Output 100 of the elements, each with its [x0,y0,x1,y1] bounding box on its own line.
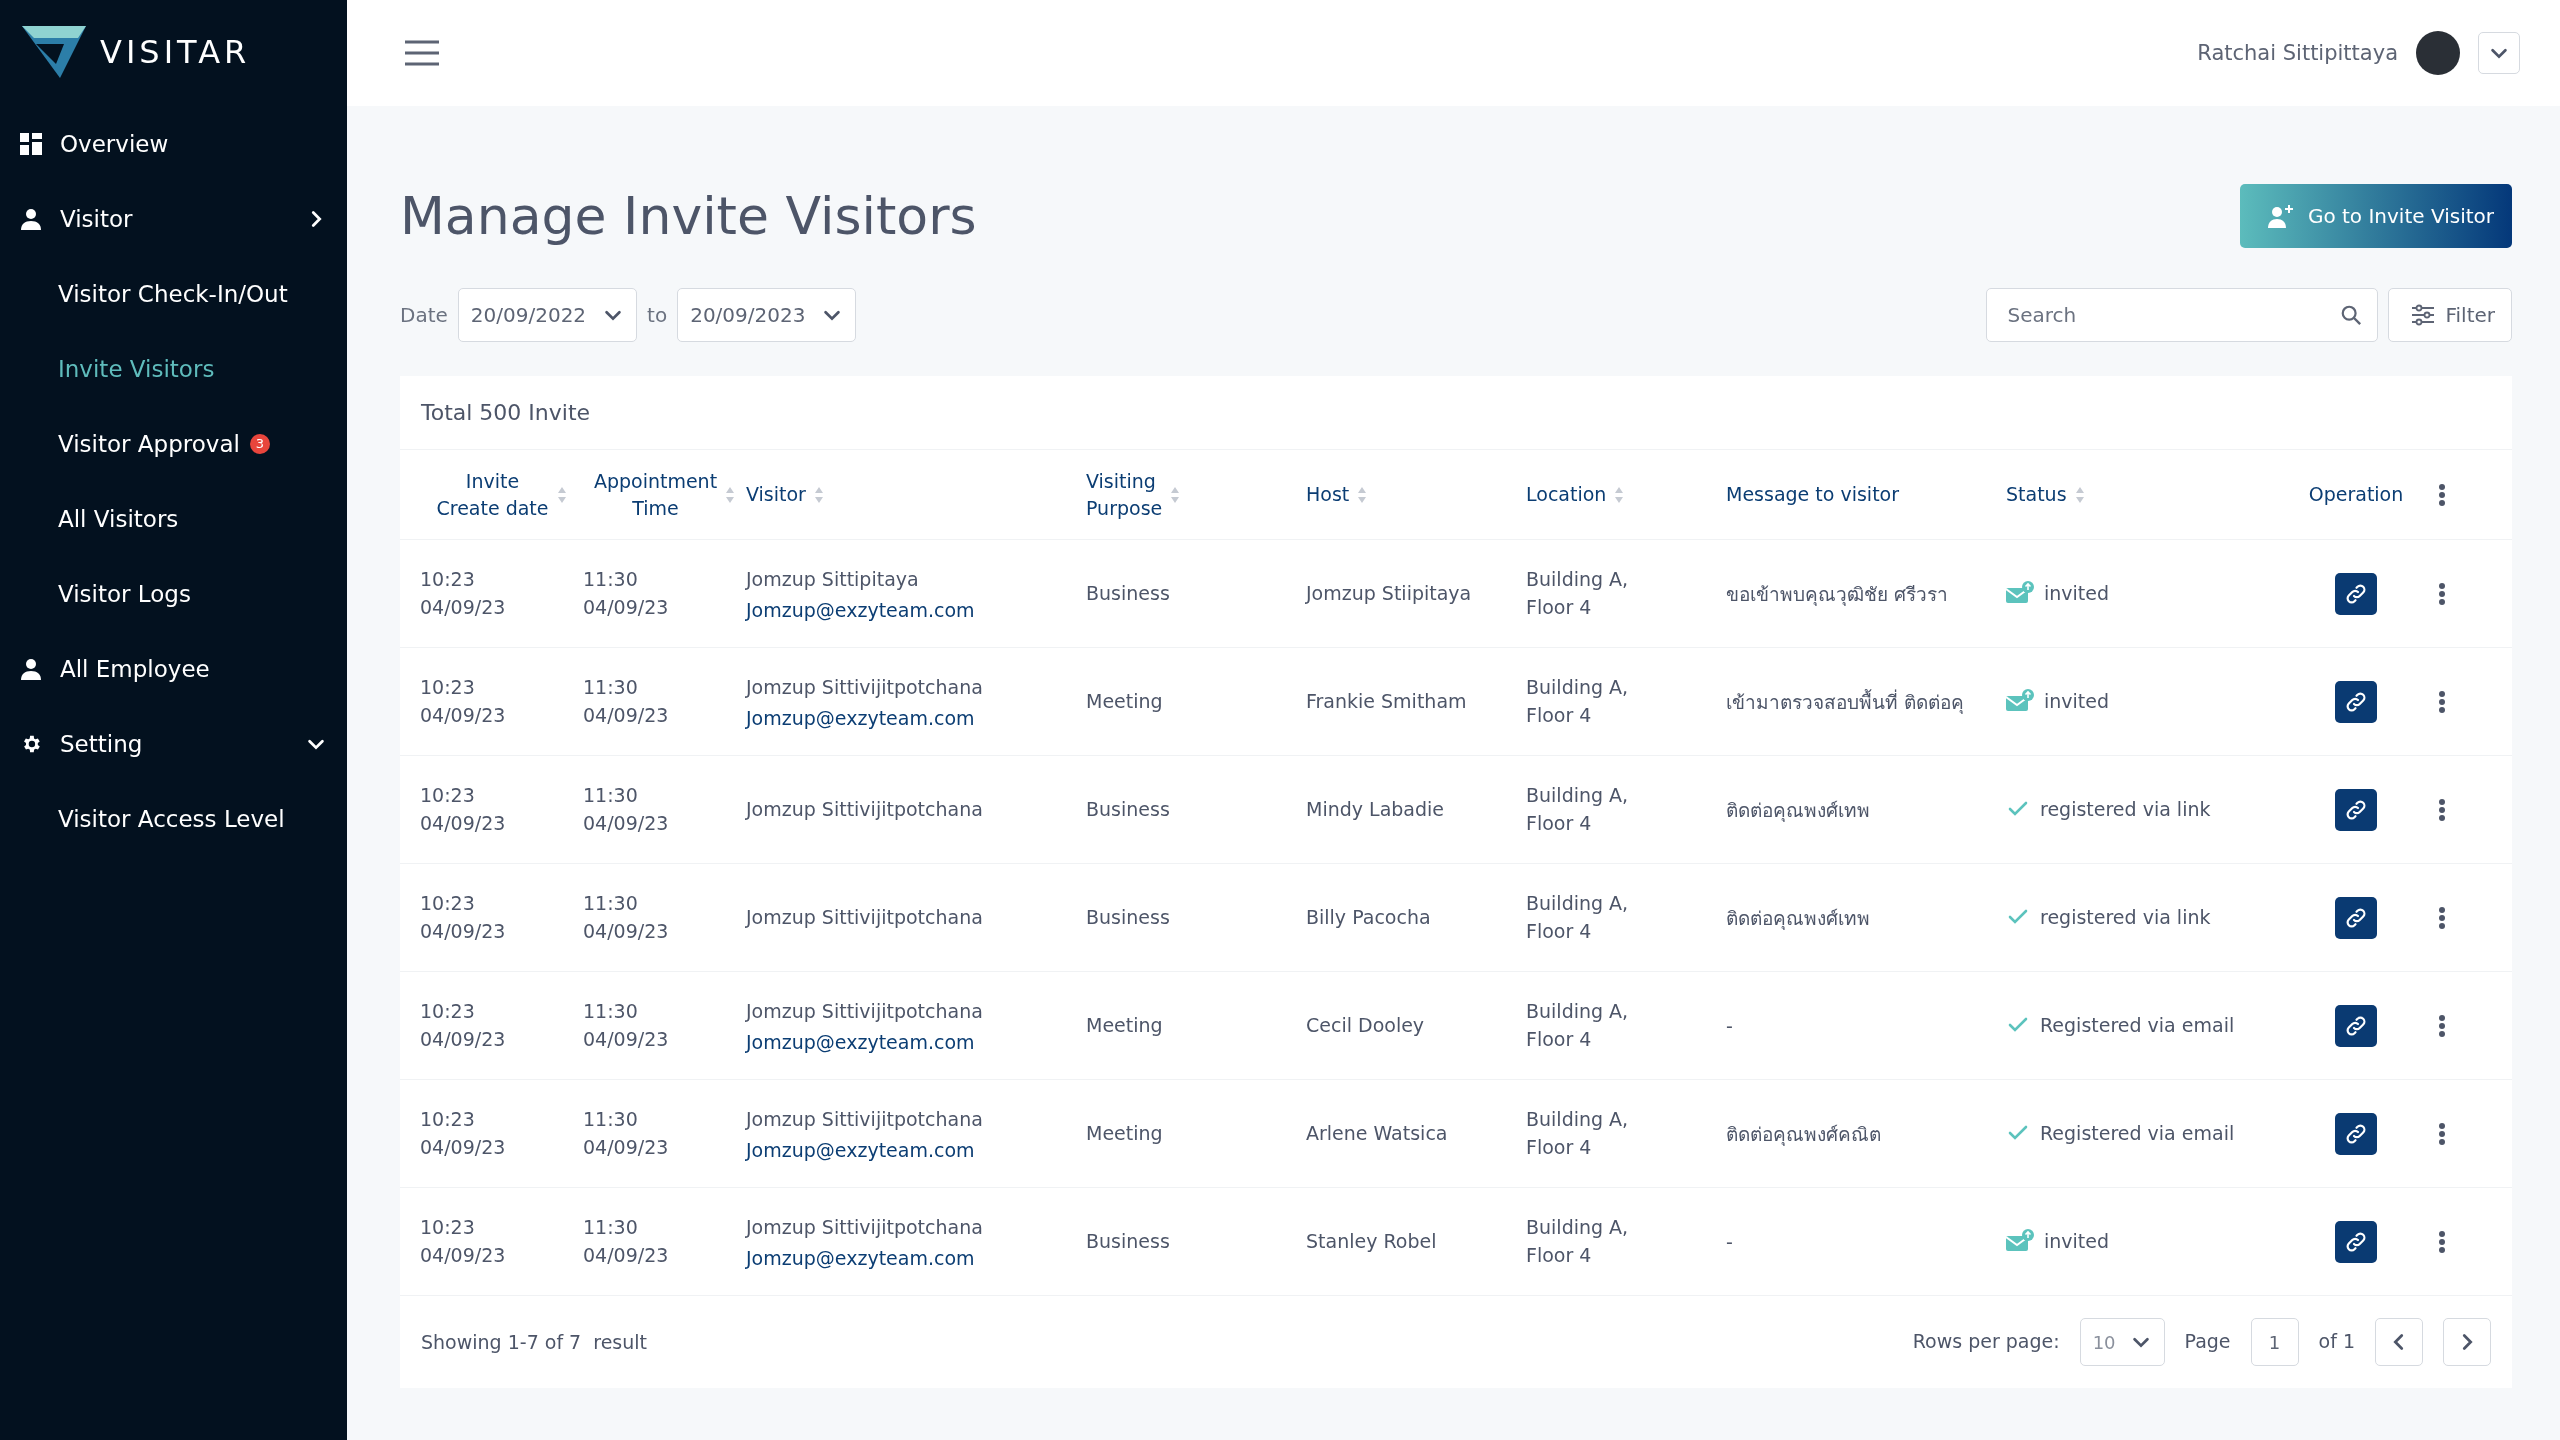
table-cell-text: 11:30 04/09/23 [583,1106,670,1160]
table-cell-text: 11:30 04/09/23 [583,1214,670,1268]
row-menu-button[interactable] [2438,1229,2446,1254]
table-cell-text: 11:30 04/09/23 [583,998,670,1052]
table-cell-text: 11:30 04/09/23 [583,890,670,944]
previous-page-button[interactable] [2375,1318,2423,1366]
column-header: Appointment Time [593,468,718,521]
sidebar-item[interactable]: Visitor Approval 3 [0,406,347,481]
message-cell-text: ขอเข้าพบคุณวุฒิชัย ศรีวรา [1726,581,1950,608]
row-menu-button[interactable] [2438,689,2446,714]
message-cell-text: - [1726,1230,1734,1253]
page-count: of 1 [2318,1329,2355,1355]
row-menu-button[interactable] [2438,1121,2446,1146]
status-label: invited [2044,688,2110,714]
add-person-icon [2267,204,2294,228]
rows-per-page-label: Rows per page: [1912,1329,2060,1355]
visitor-name: Jomzup Sittivijitpotchana [746,998,984,1024]
status-label: invited [2044,580,2110,606]
sidebar-item[interactable]: Visitor Logs [0,556,347,631]
table-cell-text: 11:30 04/09/23 [583,674,670,728]
more-icon [2438,581,2446,606]
table-cell-text: Meeting [1086,1012,1164,1038]
more-icon [2438,905,2446,930]
total-count: Total 500 Invite [400,376,2512,450]
row-menu-button[interactable] [2438,905,2446,930]
email-link[interactable]: Jomzup@exzyteam.com [746,1031,1086,1054]
sidebar-item[interactable]: Overview [0,106,347,181]
user-menu-button[interactable] [2478,32,2520,74]
envelope-icon [2006,1229,2034,1254]
next-page-button[interactable] [2443,1318,2491,1366]
table-cell-text: 10:23 04/09/23 [420,998,507,1052]
page-title: Manage Invite Visitors [400,186,977,246]
table-cell-text: Mindy Labadie [1306,796,1446,822]
column-header: Invite Create date [436,468,549,521]
message-cell-text: ติดต่อคุณพงศ์คณิต [1726,1121,1882,1148]
sidebar-item[interactable]: Invite Visitors [0,331,347,406]
row-menu-button[interactable] [2438,797,2446,822]
copy-link-button[interactable] [2335,1112,2377,1155]
message-cell-text: ติดต่อคุณพงศ์เทพ [1726,905,1871,932]
sidebar-item[interactable]: All Employee [0,631,347,706]
table-cell-text: 11:30 04/09/23 [583,782,670,836]
table-cell-text: Business [1086,1228,1171,1254]
message-cell-text: เข้ามาตรวจสอบพื้นที่ ติดต่อคุ [1726,688,1966,716]
status-label: Registered via email [2040,1012,2235,1038]
more-icon [2438,1121,2446,1146]
sidebar-item[interactable]: Visitor Access Level [0,781,347,856]
table-cell-text: Business [1086,580,1171,606]
person-icon [20,207,42,230]
page-number-field[interactable]: 1 [2250,1318,2299,1366]
invite-visitor-button[interactable]: Go to Invite Visitor [2239,184,2512,248]
column-header: Message to visitor [1726,482,1899,508]
table-cell-text: 10:23 04/09/23 [420,674,507,728]
copy-link-button[interactable] [2335,1004,2377,1047]
table-cell-text: Frankie Smitham [1306,688,1468,714]
visitor-name: Jomzup Sittivijitpotchana [746,1106,984,1132]
table-cell-text: Jomzup Stiipitaya [1306,580,1473,606]
sidebar-item[interactable]: All Visitors [0,481,347,556]
sidebar-item[interactable]: Setting [0,706,347,781]
column-header: Location [1526,482,1607,508]
more-icon [2438,797,2446,822]
copy-link-button[interactable] [2335,572,2377,615]
copy-link-button[interactable] [2335,680,2377,723]
copy-link-button[interactable] [2335,896,2377,939]
visitor-name: Jomzup Sittipitaya [746,566,920,592]
search-icon [2340,304,2363,326]
search-field[interactable]: Search [1986,288,2379,342]
email-link[interactable]: Jomzup@exzyteam.com [746,1139,1086,1162]
sliders-icon [2411,304,2436,326]
row-menu-button[interactable] [2438,581,2446,606]
column-header: Status [2006,482,2067,508]
email-link[interactable]: Jomzup@exzyteam.com [746,707,1086,730]
menu-button[interactable] [403,39,441,67]
copy-link-button[interactable] [2335,1220,2377,1263]
column-menu-button[interactable] [2438,482,2446,507]
avatar-placeholder [2416,31,2460,75]
column-header: Visiting Purpose [1086,468,1163,521]
count-badge: 3 [249,433,270,454]
table-cell-text: Cecil Dooley [1306,1012,1426,1038]
copy-link-button[interactable] [2335,788,2377,831]
logo-icon [22,24,86,80]
sidebar-item[interactable]: Visitor [0,181,347,256]
table-cell-text: 10:23 04/09/23 [420,1106,507,1160]
visitor-name: Jomzup Sittivijitpotchana [746,1214,984,1240]
email-link[interactable]: Jomzup@exzyteam.com [746,599,1086,622]
table-cell-text: Building A, Floor 4 [1526,566,1630,620]
row-menu-button[interactable] [2438,1013,2446,1038]
date-from-field[interactable]: 20/09/2022 [457,288,638,342]
date-to-field[interactable]: 20/09/2023 [677,288,857,342]
brand-name: VISITAR [100,33,251,71]
dashboard-icon [20,132,42,155]
visitor-name: Jomzup Sittivijitpotchana [746,674,984,700]
to-label: to [647,303,668,327]
status-label: Registered via email [2040,1120,2235,1146]
table-cell-text: Building A, Floor 4 [1526,782,1630,836]
sidebar-item[interactable]: Visitor Check-In/Out [0,256,347,331]
email-link[interactable]: Jomzup@exzyteam.com [746,1247,1086,1270]
more-icon [2438,482,2446,507]
envelope-icon [2006,689,2034,714]
table-cell-text: 11:30 04/09/23 [583,566,670,620]
filter-button[interactable]: Filter [2388,288,2512,342]
